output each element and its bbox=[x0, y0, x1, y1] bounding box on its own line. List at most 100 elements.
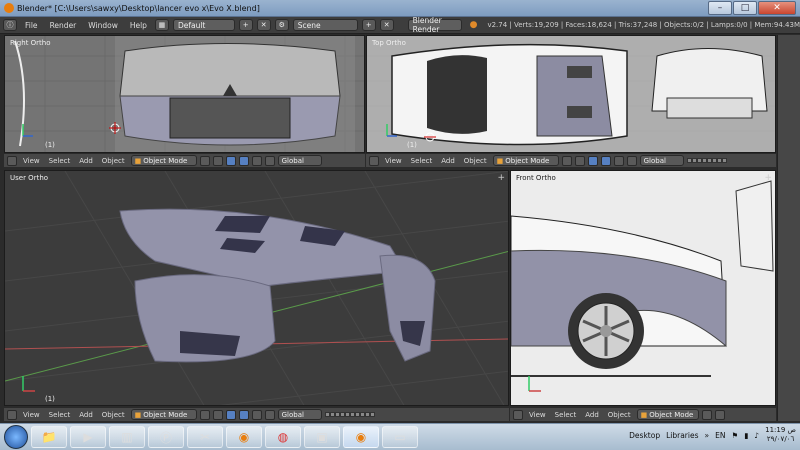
window-title: Blender* [C:\Users\sawxy\Desktop\lancer … bbox=[17, 3, 260, 13]
pivot-icon[interactable] bbox=[212, 409, 223, 420]
editor-type-icon[interactable] bbox=[369, 155, 379, 166]
close-button[interactable]: ✕ bbox=[758, 1, 796, 15]
desktop-toolbar[interactable]: Desktop bbox=[629, 431, 660, 440]
maximize-button[interactable]: □ bbox=[733, 1, 757, 15]
network-icon[interactable]: ▮ bbox=[744, 431, 748, 440]
manipulator-icon[interactable] bbox=[225, 155, 236, 166]
menu-object[interactable]: Object bbox=[605, 411, 634, 419]
translate-icon[interactable] bbox=[238, 155, 249, 166]
viewport-user-ortho[interactable]: User Ortho + (1) bbox=[4, 170, 509, 406]
chevron-icon[interactable]: » bbox=[705, 431, 710, 440]
object-label: (1) bbox=[45, 395, 55, 403]
menu-view[interactable]: View bbox=[526, 411, 549, 419]
remove-scene-icon[interactable]: ✕ bbox=[379, 19, 394, 31]
menu-select[interactable]: Select bbox=[46, 157, 74, 165]
rotate-icon[interactable] bbox=[251, 155, 262, 166]
object-mode-select[interactable]: ■ Object Mode bbox=[636, 409, 699, 420]
menu-add[interactable]: Add bbox=[76, 411, 96, 419]
add-scene-icon[interactable]: + bbox=[361, 19, 376, 31]
menu-view[interactable]: View bbox=[382, 157, 405, 165]
viewport-label: Front Ortho bbox=[516, 174, 556, 182]
menu-window[interactable]: Window bbox=[84, 21, 122, 30]
flag-icon[interactable]: ⚑ bbox=[731, 431, 738, 440]
menu-select[interactable]: Select bbox=[552, 411, 580, 419]
pivot-icon[interactable] bbox=[212, 155, 223, 166]
pivot-icon[interactable] bbox=[574, 155, 585, 166]
object-mode-select[interactable]: ■ Object Mode bbox=[130, 409, 197, 420]
shading-icon[interactable] bbox=[199, 155, 210, 166]
shading-icon[interactable] bbox=[199, 409, 210, 420]
menu-view[interactable]: View bbox=[20, 411, 43, 419]
render-engine-select[interactable]: Blender Render bbox=[407, 16, 462, 34]
object-mode-select[interactable]: ■ Object Mode bbox=[130, 155, 197, 166]
menu-add[interactable]: Add bbox=[438, 157, 458, 165]
editor-type-icon[interactable] bbox=[7, 155, 17, 166]
blender-active-icon[interactable]: ◉ bbox=[343, 426, 379, 448]
menu-select[interactable]: Select bbox=[46, 411, 74, 419]
explorer-icon[interactable]: 📁 bbox=[31, 426, 67, 448]
language-indicator[interactable]: EN bbox=[715, 431, 725, 440]
editor-type-icon[interactable] bbox=[7, 409, 17, 420]
menu-help[interactable]: Help bbox=[126, 21, 151, 30]
scale-icon[interactable] bbox=[264, 155, 275, 166]
scene-icon[interactable]: ⚙ bbox=[274, 19, 289, 31]
cube-icon: ■ bbox=[134, 156, 142, 165]
blender-icon[interactable]: ◉ bbox=[226, 426, 262, 448]
menu-object[interactable]: Object bbox=[99, 157, 128, 165]
minimize-button[interactable]: – bbox=[708, 1, 732, 15]
orientation-select[interactable]: Global bbox=[639, 155, 684, 166]
game-icon[interactable]: ▣ bbox=[304, 426, 340, 448]
manipulator-icon[interactable] bbox=[225, 409, 236, 420]
cube-icon: ■ bbox=[134, 410, 142, 419]
rotate-icon[interactable] bbox=[613, 155, 624, 166]
screen-layout-icon[interactable]: ▦ bbox=[154, 19, 169, 31]
viewport-right-ortho[interactable]: Right Ortho (1) bbox=[4, 35, 365, 153]
tool-icon[interactable]: ✂ bbox=[187, 426, 223, 448]
object-mode-select[interactable]: ■ Object Mode bbox=[492, 155, 559, 166]
viewport-top-ortho[interactable]: Top Ortho (1) bbox=[366, 35, 776, 153]
editor-type-icon[interactable]: ⓘ bbox=[3, 19, 17, 31]
rotate-icon[interactable] bbox=[251, 409, 262, 420]
menu-render[interactable]: Render bbox=[46, 21, 81, 30]
top-ortho-canvas bbox=[367, 36, 775, 152]
menu-object[interactable]: Object bbox=[99, 411, 128, 419]
pixlr-icon[interactable]: Ⓟ bbox=[148, 426, 184, 448]
orientation-select[interactable]: Global bbox=[277, 409, 322, 420]
editor-type-icon[interactable] bbox=[513, 409, 523, 420]
orientation-select[interactable]: Global bbox=[277, 155, 322, 166]
translate-icon[interactable] bbox=[600, 155, 611, 166]
menu-file[interactable]: File bbox=[21, 21, 42, 30]
manipulator-icon[interactable] bbox=[587, 155, 598, 166]
libraries-toolbar[interactable]: Libraries bbox=[666, 431, 698, 440]
menu-object[interactable]: Object bbox=[461, 157, 490, 165]
menu-add[interactable]: Add bbox=[76, 157, 96, 165]
remove-layout-icon[interactable]: ✕ bbox=[256, 19, 271, 31]
chrome-icon[interactable]: ◍ bbox=[265, 426, 301, 448]
viewport-label: User Ortho bbox=[10, 174, 49, 182]
translate-icon[interactable] bbox=[238, 409, 249, 420]
clock[interactable]: 11:19 ص ٢٩/٠٧/٠٦ bbox=[765, 426, 796, 444]
menu-select[interactable]: Select bbox=[408, 157, 436, 165]
archive-icon[interactable]: ▥ bbox=[109, 426, 145, 448]
window-icon[interactable]: ▭ bbox=[382, 426, 418, 448]
shading-icon[interactable] bbox=[561, 155, 572, 166]
menu-view[interactable]: View bbox=[20, 157, 43, 165]
layer-buttons[interactable] bbox=[324, 412, 375, 417]
volume-icon[interactable]: ♪ bbox=[754, 431, 759, 440]
add-panel-icon[interactable]: + bbox=[497, 173, 505, 183]
add-panel-icon[interactable]: + bbox=[764, 173, 772, 183]
scale-icon[interactable] bbox=[264, 409, 275, 420]
scale-icon[interactable] bbox=[626, 155, 637, 166]
menu-add[interactable]: Add bbox=[582, 411, 602, 419]
layer-buttons[interactable] bbox=[686, 158, 727, 163]
start-button[interactable] bbox=[4, 425, 28, 449]
media-player-icon[interactable]: ▶ bbox=[70, 426, 106, 448]
add-layout-icon[interactable]: + bbox=[238, 19, 253, 31]
pivot-icon[interactable] bbox=[714, 409, 725, 420]
right-ortho-canvas bbox=[5, 36, 364, 152]
viewport-front-ortho[interactable]: Front Ortho + bbox=[510, 170, 776, 406]
shading-icon[interactable] bbox=[701, 409, 712, 420]
scene-field[interactable]: Scene bbox=[292, 19, 358, 31]
object-label: (1) bbox=[407, 141, 417, 149]
screen-layout-field[interactable]: Default bbox=[172, 19, 235, 31]
